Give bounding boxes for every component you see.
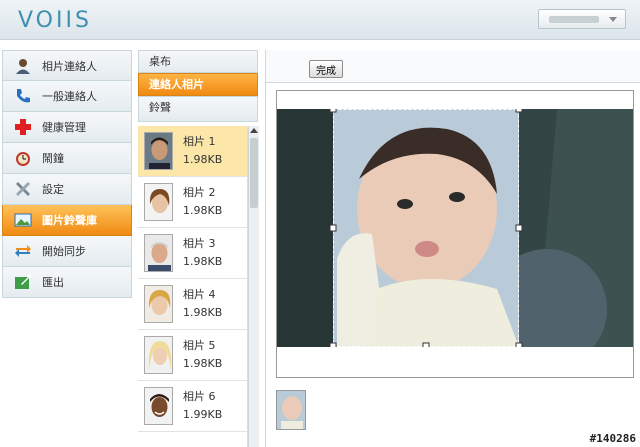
photo-size: 1.99KB — [183, 408, 223, 421]
sidebar-item-label: 一般連絡人 — [42, 90, 97, 103]
tab-wallpaper[interactable]: 桌布 — [138, 50, 258, 73]
blurred-account-name — [549, 16, 599, 23]
tools-icon — [13, 179, 33, 199]
photo-size: 1.98KB — [183, 306, 223, 319]
app-header: VOIIS — [0, 0, 640, 40]
list-item[interactable]: 相片 6 1.99KB — [138, 381, 247, 432]
done-button[interactable]: 完成 — [309, 60, 343, 78]
sidebar-item-label: 圖片鈴聲庫 — [42, 214, 97, 227]
list-item[interactable]: 相片 1 1.98KB — [138, 126, 247, 177]
photo-thumbnail — [144, 336, 173, 374]
photo-thumbnail — [144, 234, 173, 272]
sidebar-item-photo-contacts[interactable]: 相片連絡人 — [2, 50, 132, 81]
picture-icon — [13, 210, 33, 230]
photo-size: 1.98KB — [183, 357, 223, 370]
phone-icon — [13, 86, 33, 106]
sidebar-item-alarm[interactable]: 鬧鐘 — [2, 143, 132, 174]
sync-icon — [13, 241, 33, 261]
tab-contact-photos[interactable]: 連絡人相片 — [138, 73, 258, 96]
list-scrollbar[interactable] — [248, 126, 259, 447]
photo-name: 相片 4 — [183, 288, 216, 301]
account-dropdown[interactable] — [538, 9, 626, 29]
sidebar-item-label: 開始同步 — [42, 245, 86, 258]
baby-photo — [277, 105, 633, 369]
sidebar-item-health[interactable]: 健康管理 — [2, 112, 132, 143]
image-id-watermark: #140286 — [589, 432, 636, 445]
photo-name: 相片 1 — [183, 135, 216, 148]
editor-toolbar: 完成 — [266, 50, 640, 83]
scroll-up-arrow-icon[interactable] — [250, 128, 258, 133]
photo-name: 相片 3 — [183, 237, 216, 250]
tab-ringtones[interactable]: 鈴聲 — [138, 96, 258, 122]
sidebar-item-label: 匯出 — [42, 276, 64, 289]
sidebar-item-settings[interactable]: 設定 — [2, 174, 132, 205]
photo-name: 相片 5 — [183, 339, 216, 352]
sidebar-nav: 相片連絡人 一般連絡人 健康管理 鬧鐘 設定 圖片鈴聲庫 開始同步 匯出 — [2, 50, 132, 298]
photo-thumbnail — [144, 132, 173, 170]
list-item[interactable]: 相片 3 1.98KB — [138, 228, 247, 279]
contact-person-icon — [13, 56, 33, 76]
photo-thumbnail — [144, 183, 173, 221]
list-item[interactable]: 相片 4 1.98KB — [138, 279, 247, 330]
voiis-logo: VOIIS — [18, 8, 92, 33]
export-icon — [13, 272, 33, 292]
sidebar-item-label: 健康管理 — [42, 121, 86, 134]
photo-thumbnail — [144, 285, 173, 323]
photo-name: 相片 6 — [183, 390, 216, 403]
photo-editor-panel: 完成 — [265, 50, 640, 447]
chevron-down-icon — [609, 17, 617, 22]
sidebar-item-contacts[interactable]: 一般連絡人 — [2, 81, 132, 112]
sidebar-item-export[interactable]: 匯出 — [2, 267, 132, 298]
photo-size: 1.98KB — [183, 153, 223, 166]
list-item[interactable]: 相片 5 1.98KB — [138, 330, 247, 381]
list-item[interactable]: 相片 2 1.98KB — [138, 177, 247, 228]
cropped-preview-thumbnail — [276, 390, 306, 430]
photo-name: 相片 2 — [183, 186, 216, 199]
photo-list: 相片 1 1.98KB 相片 2 1.98KB 相片 3 1.98KB 相片 4… — [138, 126, 248, 447]
photo-thumbnail — [144, 387, 173, 425]
sidebar-item-label: 鬧鐘 — [42, 152, 64, 165]
scroll-thumb[interactable] — [250, 138, 258, 208]
sidebar-item-label: 設定 — [42, 183, 64, 196]
crop-canvas[interactable] — [276, 90, 634, 378]
sidebar-item-label: 相片連絡人 — [42, 59, 97, 73]
photo-size: 1.98KB — [183, 204, 223, 217]
photo-size: 1.98KB — [183, 255, 223, 268]
sidebar-item-sync[interactable]: 開始同步 — [2, 236, 132, 267]
alarm-clock-icon — [13, 148, 33, 168]
sidebar-item-media-library[interactable]: 圖片鈴聲庫 — [2, 205, 132, 236]
red-cross-icon — [13, 117, 33, 137]
